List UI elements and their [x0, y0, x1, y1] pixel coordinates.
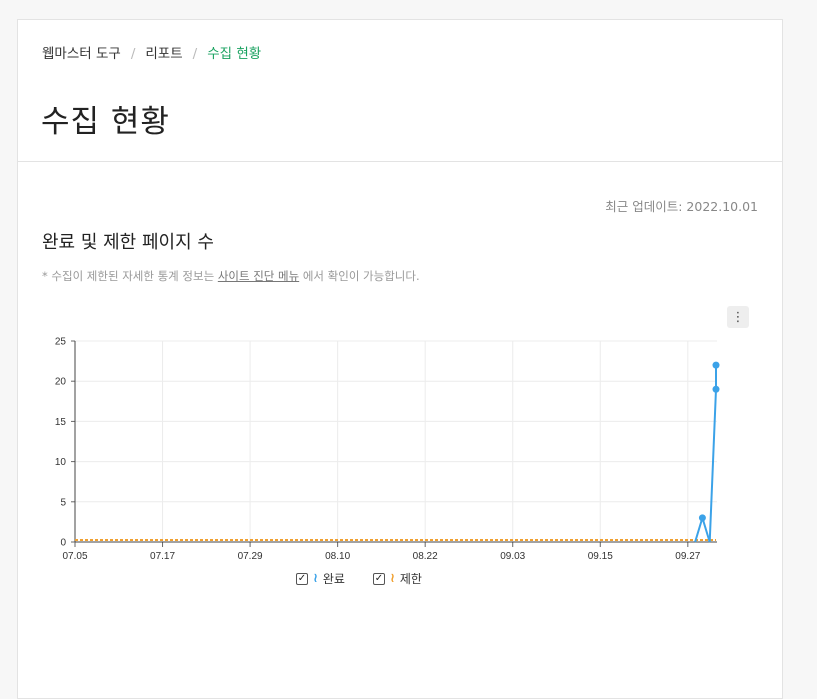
x-axis-tick-label: 09.15	[588, 551, 613, 562]
checkbox-icon[interactable]: ✓	[372, 572, 385, 585]
legend-label: 제한	[399, 572, 422, 586]
x-axis-tick-label: 09.27	[675, 551, 700, 562]
y-axis-tick-label: 5	[60, 497, 66, 508]
x-axis-tick-label: 07.17	[150, 551, 175, 562]
x-axis-tick-label: 08.10	[325, 551, 350, 562]
series-line-complete	[694, 365, 717, 543]
legend-label: 완료	[322, 572, 345, 586]
legend-item-complete[interactable]: ✓ ≀ 완료	[296, 570, 345, 587]
chart-axes: 0 5 10 15 20 25 07.05 07.17 07.29 08.10 08.22 09.03…	[55, 337, 717, 562]
checkbox-icon[interactable]: ✓	[296, 572, 308, 585]
x-axis-tick-label: 07.29	[238, 551, 263, 562]
y-axis-tick-label: 10	[55, 457, 67, 468]
y-axis-tick-label: 25	[55, 337, 67, 348]
legend-item-restricted[interactable]: ✓ ≀ 제한	[372, 570, 422, 587]
x-axis-tick-label: 08.22	[413, 551, 438, 562]
y-axis-tick-label: 0	[60, 538, 66, 549]
data-point	[698, 514, 706, 522]
line-swatch-icon: ≀	[389, 571, 395, 586]
chart-legend: ✓ ≀ 완료 ✓ ≀ 제한	[296, 570, 422, 587]
line-swatch-icon: ≀	[313, 571, 318, 586]
y-axis-tick-label: 20	[55, 377, 67, 388]
data-point	[712, 385, 720, 393]
x-axis-tick-label: 07.05	[62, 551, 87, 562]
chart-series	[75, 361, 720, 543]
x-axis-tick-label: 09.03	[500, 551, 525, 562]
y-axis-tick-label: 15	[55, 417, 67, 428]
data-point	[712, 361, 720, 369]
chart-grid	[75, 340, 717, 542]
